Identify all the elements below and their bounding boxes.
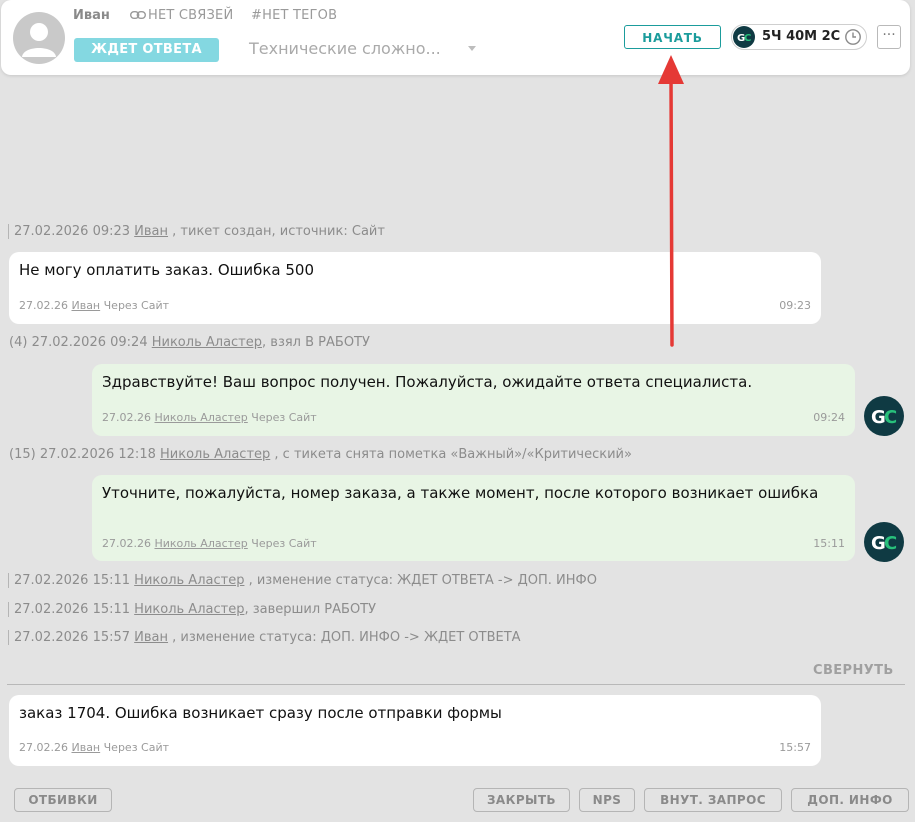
divider	[7, 684, 905, 685]
message-time: 15:11	[813, 537, 845, 550]
extra-info-button[interactable]: ДОП. ИНФО	[791, 788, 909, 812]
event-count: (4)	[9, 335, 28, 350]
more-options-button[interactable]: ···	[877, 25, 901, 49]
svg-text:C: C	[744, 33, 751, 44]
message-time: 15:57	[779, 741, 811, 754]
user-silhouette-icon	[22, 23, 56, 57]
status-badge[interactable]: ЖДЕТ ОТВЕТА	[74, 38, 219, 62]
event-line: (15) 27.02.2026 12:18 Николь Аластер , с…	[9, 447, 632, 462]
event-line: (4) 27.02.2026 09:24 Николь Аластер, взя…	[9, 335, 370, 350]
close-ticket-button[interactable]: ЗАКРЫТЬ	[473, 788, 570, 812]
author-link[interactable]: Николь Аластер	[154, 537, 247, 550]
event-line: 27.02.2026 15:57 Иван , изменение статус…	[8, 630, 521, 645]
author-link[interactable]: Николь Аластер	[154, 411, 247, 424]
links-indicator[interactable]: НЕТ СВЯЗЕЙ	[130, 8, 233, 23]
event-line: 27.02.2026 15:11 Николь Аластер, заверши…	[8, 602, 376, 617]
client-message: Не могу оплатить заказ. Ошибка 500 27.02…	[9, 252, 821, 324]
chevron-down-icon[interactable]	[468, 46, 476, 51]
collapse-link[interactable]: СВЕРНУТЬ	[813, 663, 894, 678]
event-line: 27.02.2026 09:23 Иван , тикет создан, ис…	[8, 224, 385, 239]
agent-message: Уточните, пожалуйста, номер заказа, а та…	[92, 475, 855, 561]
link-icon	[130, 11, 146, 19]
sla-timer: G C 5Ч 40М 2С	[731, 24, 867, 50]
agent-avatar-gc-icon: G C	[864, 396, 904, 436]
message-time: 09:24	[813, 411, 845, 424]
svg-text:C: C	[884, 533, 897, 554]
message-text: Не могу оплатить заказ. Ошибка 500	[19, 261, 315, 279]
start-button[interactable]: НАЧАТЬ	[624, 25, 721, 49]
event-count: (15)	[9, 447, 36, 462]
ticket-header: Иван НЕТ СВЯЗЕЙ #НЕТ ТЕГОВ ЖДЕТ ОТВЕТА Т…	[1, 0, 910, 75]
replies-button[interactable]: ОТБИВКИ	[14, 788, 112, 812]
tags-indicator[interactable]: #НЕТ ТЕГОВ	[251, 8, 337, 23]
agent-avatar-gc-icon: G C	[864, 522, 904, 562]
svg-text:C: C	[884, 407, 897, 428]
agent-message: Здравствуйте! Ваш вопрос получен. Пожалу…	[92, 364, 855, 436]
message-meta: 27.02.26 Николь Аластер Через Сайт	[102, 537, 317, 550]
event-user-link[interactable]: Иван	[134, 630, 168, 645]
nps-button[interactable]: NPS	[579, 788, 635, 812]
clock-icon	[845, 29, 861, 45]
message-meta: 27.02.26 Иван Через Сайт	[19, 299, 170, 312]
event-user-link[interactable]: Николь Аластер	[160, 447, 270, 462]
message-text: Уточните, пожалуйста, номер заказа, а та…	[102, 484, 819, 502]
topic-select[interactable]: Технические сложно...	[249, 39, 441, 58]
message-meta: 27.02.26 Иван Через Сайт	[19, 741, 170, 754]
timer-value: 5Ч 40М 2С	[762, 29, 841, 44]
event-user-link[interactable]: Николь Аластер	[134, 602, 244, 617]
client-name[interactable]: Иван	[73, 8, 110, 23]
event-line: 27.02.2026 15:11 Николь Аластер , измене…	[8, 573, 597, 588]
links-label: НЕТ СВЯЗЕЙ	[148, 8, 234, 23]
message-text: Здравствуйте! Ваш вопрос получен. Пожалу…	[102, 373, 753, 391]
message-time: 09:23	[779, 299, 811, 312]
author-link[interactable]: Иван	[71, 299, 100, 312]
event-user-link[interactable]: Иван	[134, 224, 168, 239]
gc-logo-icon: G C	[733, 26, 755, 48]
event-user-link[interactable]: Николь Аластер	[134, 573, 244, 588]
client-message: заказ 1704. Ошибка возникает сразу после…	[9, 695, 821, 766]
event-user-link[interactable]: Николь Аластер	[152, 335, 262, 350]
message-meta: 27.02.26 Николь Аластер Через Сайт	[102, 411, 317, 424]
internal-request-button[interactable]: ВНУТ. ЗАПРОС	[644, 788, 782, 812]
client-avatar[interactable]	[13, 12, 65, 64]
author-link[interactable]: Иван	[71, 741, 100, 754]
message-text: заказ 1704. Ошибка возникает сразу после…	[19, 704, 502, 722]
